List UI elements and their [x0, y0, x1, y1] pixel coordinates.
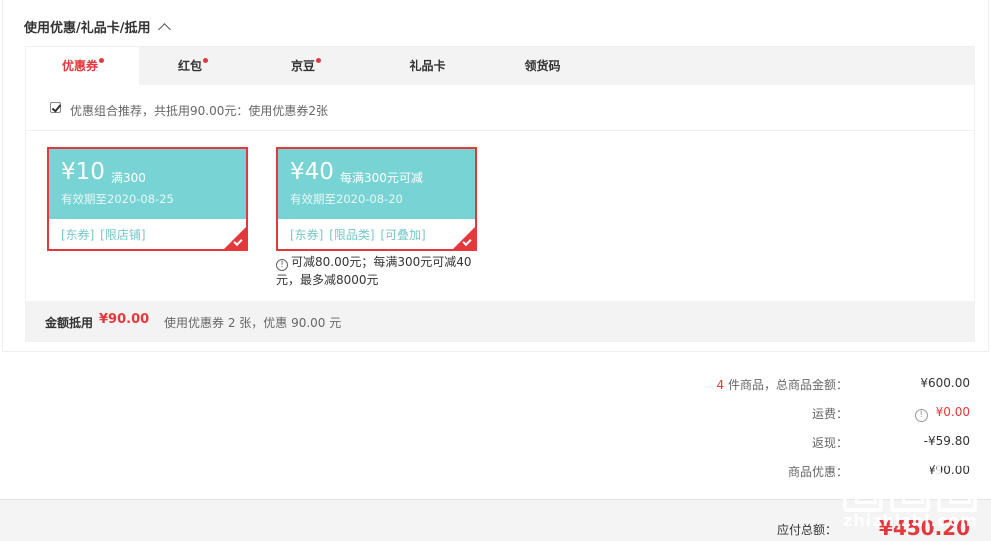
- tab-label: 领货码: [524, 59, 561, 73]
- shipping-amount: ¥0.00: [935, 405, 970, 419]
- coupon-condition: 满300: [111, 171, 146, 185]
- coupon-panel: 使用优惠/礼品卡/抵用 优惠券 红包 京豆 礼品卡 领货码 优惠组合推荐，共抵用…: [2, 0, 989, 352]
- summary-desc: 使用优惠券 2 张，优惠 90.00 元: [164, 316, 342, 330]
- combo-recommend: 优惠组合推荐，共抵用90.00元：使用优惠券2张: [26, 85, 974, 131]
- payable-label: 应付总额：: [776, 523, 837, 537]
- shipping-value: ! ¥0.00: [914, 405, 970, 422]
- goods-label: 4 件商品，总商品金额：: [717, 376, 848, 393]
- summary-label: 金额抵用: [45, 316, 94, 330]
- total-row-discount: 商品优惠： ¥90.00: [570, 463, 970, 492]
- tab-label: 优惠券: [61, 59, 98, 73]
- cashback-value: -¥59.80: [923, 434, 970, 448]
- section-title: 使用优惠/礼品卡/抵用: [24, 21, 151, 36]
- section-toggle[interactable]: 使用优惠/礼品卡/抵用: [24, 17, 171, 36]
- selected-corner: [453, 227, 475, 249]
- coupon-box: 优惠券 红包 京豆 礼品卡 领货码 优惠组合推荐，共抵用90.00元：使用优惠券…: [25, 46, 975, 342]
- tab-label: 红包: [177, 59, 202, 73]
- shipping-label: 运费：: [811, 407, 848, 421]
- tab-label: 京豆: [290, 59, 315, 73]
- coupon-note: ! 可减80.00元；每满300元可减40元，最多减8000元: [276, 253, 476, 289]
- discount-summary: 金额抵用 ¥90.00 使用优惠券 2 张，优惠 90.00 元: [26, 301, 974, 341]
- discount-value: ¥90.00: [928, 463, 970, 477]
- cashback-label: 返现：: [811, 436, 848, 450]
- coupon-validity: 有效期至2020-08-25: [61, 192, 174, 206]
- info-icon[interactable]: !: [914, 409, 928, 422]
- tab-coupons[interactable]: 优惠券: [26, 47, 139, 85]
- chevron-up-icon[interactable]: [157, 22, 171, 36]
- new-dot-icon: [99, 58, 104, 63]
- tab-jd-beans[interactable]: 京豆: [249, 47, 362, 85]
- coupon-condition: 每满300元可减: [340, 171, 423, 185]
- tab-red-packets[interactable]: 红包: [136, 47, 249, 85]
- coupon-face: ¥40 每满300元可减 有效期至2020-08-20: [278, 149, 475, 219]
- combo-text: 优惠组合推荐，共抵用90.00元：使用优惠券2张: [70, 104, 328, 118]
- tab-label: 礼品卡: [409, 59, 446, 73]
- goods-label-text: 件商品，总商品金额：: [724, 378, 848, 392]
- goods-value: ¥600.00: [920, 376, 970, 390]
- combo-checkbox[interactable]: [50, 102, 61, 113]
- total-row-goods: 4 件商品，总商品金额： ¥600.00: [570, 376, 970, 405]
- coupon-face: ¥10 满300 有效期至2020-08-25: [49, 149, 246, 219]
- coupon-tags: [东券] [限店铺]: [61, 228, 146, 242]
- new-dot-icon: [203, 58, 208, 63]
- order-totals: 4 件商品，总商品金额： ¥600.00 运费： ! ¥0.00 返现： -¥59…: [570, 376, 970, 492]
- info-icon: !: [276, 259, 288, 271]
- payable-value: ¥450.20: [878, 516, 970, 540]
- discount-label: 商品优惠：: [787, 465, 848, 479]
- new-dot-icon: [316, 58, 321, 63]
- coupon-amount: ¥40: [290, 159, 334, 185]
- coupon-amount: ¥10: [61, 159, 105, 185]
- coupon-note-text: 可减80.00元；每满300元可减40元，最多减8000元: [276, 255, 472, 287]
- selected-corner: [224, 227, 246, 249]
- coupon-card[interactable]: ¥40 每满300元可减 有效期至2020-08-20 [东券] [限品类] […: [276, 147, 477, 251]
- tab-pickup-code[interactable]: 领货码: [486, 47, 599, 85]
- total-row-cashback: 返现： -¥59.80: [570, 434, 970, 463]
- coupon-validity: 有效期至2020-08-20: [290, 192, 403, 206]
- tab-gift-cards[interactable]: 礼品卡: [371, 47, 484, 85]
- summary-value: ¥90.00: [99, 312, 150, 327]
- total-row-shipping: 运费： ! ¥0.00: [570, 405, 970, 434]
- payable-bar: 应付总额： ¥450.20: [0, 499, 991, 541]
- coupon-tags: [东券] [限品类] [可叠加]: [290, 228, 426, 242]
- tab-bar: 优惠券 红包 京豆 礼品卡 领货码: [26, 47, 974, 85]
- coupon-card[interactable]: ¥10 满300 有效期至2020-08-25 [东券] [限店铺]: [47, 147, 248, 251]
